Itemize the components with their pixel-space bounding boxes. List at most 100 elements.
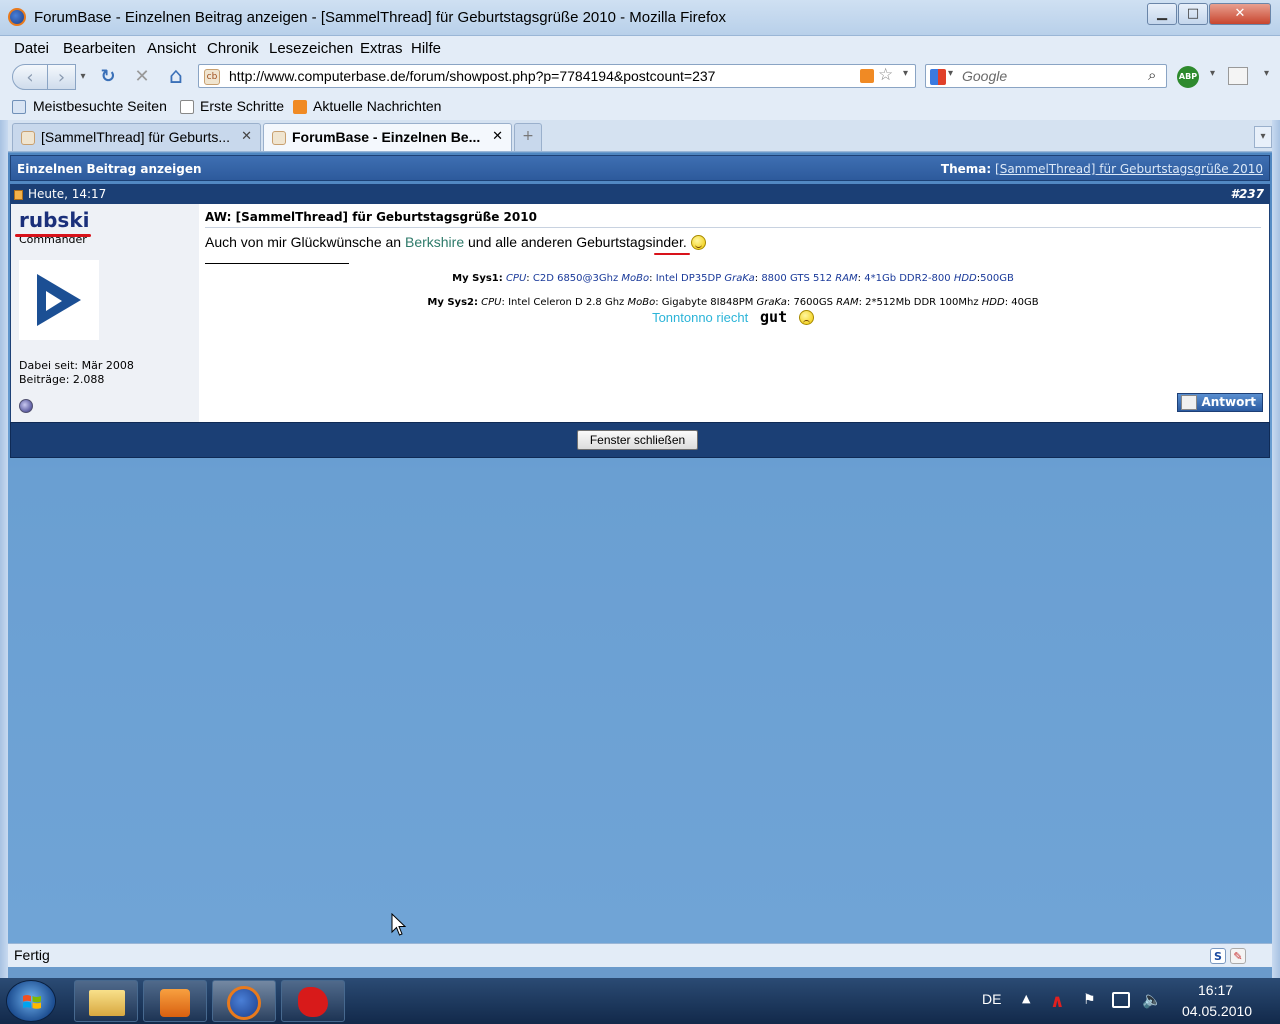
signature-sys1: My Sys1: CPU: C2D 6850@3Ghz MoBo: Intel … [452,273,1014,284]
maximize-button[interactable]: □ [1178,3,1208,25]
menu-chronik[interactable]: Chronik [207,40,259,57]
status-text: Fertig [14,947,50,963]
google-search-engine-icon[interactable] [930,69,946,85]
all-tabs-dropdown-icon[interactable]: ▾ [1254,126,1272,148]
forward-button[interactable]: › [48,64,76,90]
avatar-play-icon-inner [46,291,62,311]
close-tab-icon[interactable]: ✕ [241,129,252,144]
rss-feed-icon [293,100,307,114]
username-link[interactable]: rubski [19,208,89,232]
thread-link-area: Thema: [SammelThread] für Geburtstagsgrü… [941,162,1263,176]
sys2-label: My Sys2: [427,297,478,308]
bookmark-erste-schritte[interactable]: Erste Schritte [200,98,284,114]
action-center-flag-icon[interactable]: ⚑ [1083,992,1096,1008]
pen-icon [1181,395,1197,410]
navigation-toolbar: ‹ › ▾ ↻ ✕ ⌂ cb http://www.computerbase.d… [0,60,1280,94]
bookmark-star-icon[interactable]: ☆ [878,65,893,85]
antivirus-icon[interactable]: ∧ [1050,991,1072,1012]
new-tab-button[interactable]: + [514,123,542,151]
sidebar-tool-icon[interactable] [1228,67,1248,85]
abp-dropdown-icon[interactable]: ▾ [1210,68,1215,79]
post-container: Einzelnen Beitrag anzeigen Thema: [Samme… [10,155,1270,458]
show-hidden-icons-icon[interactable]: ▲ [1022,992,1030,1005]
page-header: Einzelnen Beitrag anzeigen Thema: [Samme… [10,155,1270,181]
sys2-cpu-key: CPU [481,297,502,308]
tools-dropdown-icon[interactable]: ▾ [1264,68,1269,79]
smiley-icon [690,235,706,250]
post-text: Auch von mir Glückwünsche an Berkshire u… [205,234,706,250]
search-bar[interactable]: ▾ Google ⌕ [925,64,1167,88]
menu-datei[interactable]: Datei [14,40,49,57]
post-number-link[interactable]: #237 [1231,187,1264,201]
addon-status-icon[interactable]: ✎ [1230,948,1246,964]
url-dropdown-icon[interactable]: ▾ [903,68,908,79]
network-icon[interactable] [1112,992,1130,1008]
menu-ansicht[interactable]: Ansicht [147,40,196,57]
red-underline-annotation [15,234,91,237]
signature-sys2: My Sys2: CPU: Intel Celeron D 2.8 Ghz Mo… [427,297,1039,308]
sys2-ram-key: RAM [836,297,859,308]
reload-button[interactable]: ↻ [96,64,120,90]
home-button[interactable]: ⌂ [163,64,189,90]
bookmark-aktuelle-nachrichten[interactable]: Aktuelle Nachrichten [313,98,441,114]
adblock-plus-icon[interactable]: ABP [1177,66,1199,88]
menu-hilfe[interactable]: Hilfe [411,40,441,57]
sys2-mobo-key: MoBo [627,297,656,308]
page-title: Einzelnen Beitrag anzeigen [17,162,202,176]
most-visited-icon [12,100,26,114]
language-indicator[interactable]: DE [982,991,1001,1007]
minimize-button[interactable]: ▁ [1147,3,1177,25]
history-dropdown-icon[interactable]: ▾ [76,64,90,90]
sys2-hdd-value: 40GB [1011,297,1039,308]
sys2-mobo-value: Gigabyte 8I848PM [661,297,754,308]
close-window-button[interactable]: ✕ [1209,3,1271,25]
thread-link[interactable]: [SammelThread] für Geburtstagsgrüße 2010 [995,162,1263,176]
windows-taskbar: DE ▲ ∧ ⚑ 🔈 16:17 04.05.2010 [0,978,1280,1024]
user-posts: Beiträge: 2.088 [19,373,105,386]
clock-time[interactable]: 16:17 [1198,982,1233,998]
sys2-ram-value: 2*512Mb DDR 100Mhz [865,297,979,308]
clock-date[interactable]: 04.05.2010 [1182,1003,1252,1019]
reply-button[interactable]: Antwort [1177,393,1263,412]
folder-icon [89,990,125,1016]
post-text-after: und alle anderen Geburtstagsinder. [468,234,687,250]
menu-bearbeiten[interactable]: Bearbeiten [63,40,136,57]
tab-sammelthread[interactable]: [SammelThread] für Geburts... ✕ [12,123,261,151]
start-button[interactable] [6,980,56,1022]
post-header: Heute, 14:17 #237 [10,184,1270,204]
close-window-page-button[interactable]: Fenster schließen [577,430,698,450]
reply-label: Antwort [1201,395,1256,409]
url-bar[interactable]: cb http://www.computerbase.de/forum/show… [198,64,916,88]
taskbar-mediaplayer-button[interactable] [143,980,207,1022]
sad-smiley-icon [798,310,814,325]
sys1-graka-key: GraKa [724,273,755,284]
url-field[interactable]: http://www.computerbase.de/forum/showpos… [229,68,715,84]
back-button[interactable]: ‹ [12,64,48,90]
taskbar-explorer-button[interactable] [74,980,138,1022]
close-tab-icon[interactable]: ✕ [492,129,503,144]
search-input[interactable]: Google [962,68,1007,84]
addon-s-icon[interactable]: S [1210,948,1226,964]
bookmark-meistbesuchte[interactable]: Meistbesuchte Seiten [33,98,167,114]
window-border-left [0,120,8,978]
red-underline-annotation [654,253,690,255]
sys1-graka-value: 8800 GTS 512 [761,273,833,284]
taskbar-app-button[interactable] [281,980,345,1022]
post-text-before: Auch von mir Glückwünsche an [205,234,402,250]
status-bar: Fertig S ✎ [8,943,1272,967]
tab-label: [SammelThread] für Geburts... [41,129,231,145]
sys2-graka-key: GraKa [756,297,787,308]
search-engine-dropdown-icon[interactable]: ▾ [948,68,953,79]
sys2-hdd-key: HDD [981,297,1005,308]
menu-extras[interactable]: Extras [360,40,403,57]
rss-feed-icon[interactable] [860,69,874,83]
stop-button[interactable]: ✕ [130,64,154,90]
post-icon [14,190,23,200]
menu-lesezeichen[interactable]: Lesezeichen [269,40,353,57]
post-body: rubski Commander Dabei seit: Mär 2008 Be… [10,204,1270,422]
tab-forumbase[interactable]: ForumBase - Einzelnen Be... ✕ [263,123,512,151]
berkshire-link[interactable]: Berkshire [405,234,464,250]
taskbar-firefox-button[interactable] [212,980,276,1022]
volume-icon[interactable]: 🔈 [1142,990,1162,1009]
search-icon[interactable]: ⌕ [1148,66,1156,84]
